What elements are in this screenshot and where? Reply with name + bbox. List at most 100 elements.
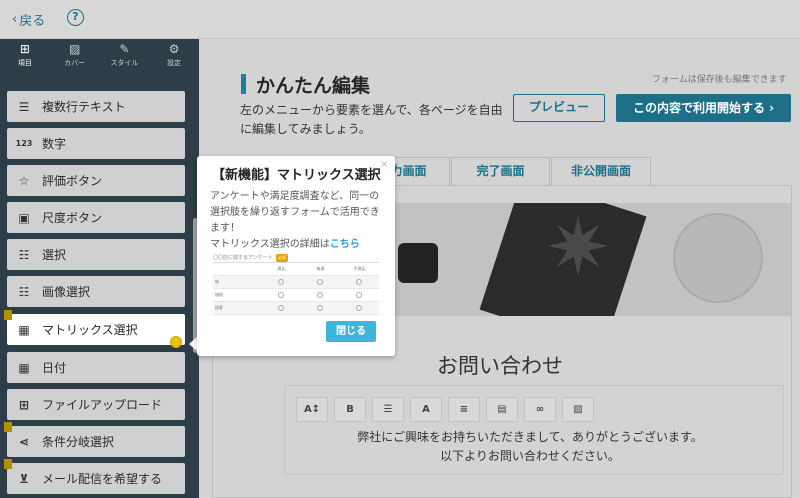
file-upload-icon: ⊞ — [18, 397, 30, 412]
sample-header-row: 満足 普通 不満足 — [213, 263, 379, 276]
help-icon[interactable]: ? — [67, 9, 84, 26]
start-button[interactable]: この内容で利用開始する › — [616, 94, 791, 122]
gear-icon: ⚙ — [168, 41, 180, 56]
radio-icon — [356, 292, 363, 298]
font-size-icon[interactable]: A↕ — [296, 397, 328, 422]
radio-icon — [278, 305, 285, 311]
sidebar-item-branch[interactable]: ⋖ 条件分岐選択 — [4, 422, 185, 457]
sidebar: ⊞ 項目 ▨ カバー ✎ スタイル ⚙ 設定 ☰ 複数行テキスト 123 数字 … — [0, 39, 199, 498]
star-icon: ☆ — [18, 173, 30, 188]
cursor-indicator — [170, 336, 182, 348]
text-color-icon[interactable]: A — [410, 397, 442, 422]
sidebar-item-number[interactable]: 123 数字 — [7, 128, 185, 159]
sidebar-item-label: メール配信を希望する — [42, 472, 163, 486]
plus-square-icon: ⊞ — [19, 41, 30, 56]
bold-icon[interactable]: B — [334, 397, 366, 422]
new-flag — [4, 310, 12, 320]
sidebar-item-image-choice[interactable]: ☷ 画像選択 — [7, 276, 185, 307]
sidebar-item-label: 画像選択 — [42, 285, 91, 299]
form-title[interactable]: お問い合わせ — [437, 350, 563, 380]
tab-complete-screen[interactable]: 完了画面 — [451, 157, 550, 185]
popup-detail-prefix: マトリックス選択の詳細は — [210, 239, 330, 250]
new-flag — [4, 422, 12, 432]
cover-image[interactable]: ✷ — [353, 203, 791, 316]
table-icon: ▦ — [18, 322, 30, 337]
editor-line: 以下よりお問い合わせください。 — [440, 449, 620, 463]
radio-list-icon: ☷ — [18, 247, 30, 262]
sample-row: 味 — [213, 276, 379, 289]
tab-settings[interactable]: ⚙ 設定 — [149, 39, 199, 71]
cover-cup — [673, 213, 763, 303]
required-badge: 必須 — [275, 253, 288, 262]
radio-icon — [317, 279, 324, 285]
editor-line: 弊社にご興味をお持ちいただきまして、ありがとうございます。 — [357, 430, 703, 444]
sidebar-item-label: マトリックス選択 — [42, 323, 138, 337]
sample-grid: 満足 普通 不満足 味 価格 接客 — [213, 262, 379, 315]
sample-caption: 〇〇店に関するアンケート 必須 — [213, 253, 379, 262]
sidebar-item-label: 条件分岐選択 — [42, 435, 115, 449]
sidebar-item-label: 複数行テキスト — [42, 100, 126, 114]
top-bar: ‹ 戻る ? — [0, 0, 800, 39]
popup-title: 【新機能】マトリックス選択 — [212, 168, 381, 183]
matrix-sample-image: 〇〇店に関するアンケート 必須 満足 普通 不満足 味 価格 接客 — [213, 253, 379, 315]
tab-cover[interactable]: ▨ カバー — [50, 39, 100, 71]
radio-icon — [317, 292, 324, 298]
radio-icon — [278, 279, 285, 285]
new-flag — [4, 459, 12, 469]
preview-button[interactable]: プレビュー — [513, 94, 605, 122]
back-link[interactable]: ‹ 戻る — [12, 10, 45, 29]
cover-plant: ✷ — [544, 203, 612, 294]
back-label: 戻る — [19, 14, 46, 29]
branch-icon: ⋖ — [18, 434, 30, 449]
image-icon: ▨ — [68, 41, 81, 56]
radio-icon — [356, 305, 363, 311]
sidebar-item-file-upload[interactable]: ⊞ ファイルアップロード — [7, 389, 185, 420]
image-choice-icon: ☷ — [18, 284, 30, 299]
sidebar-item-matrix[interactable]: ▦ マトリックス選択 — [4, 310, 185, 345]
align-icon[interactable]: ≡ — [448, 397, 480, 422]
sidebar-item-date[interactable]: ▦ 日付 — [7, 352, 185, 383]
sample-row: 接客 — [213, 302, 379, 315]
sidebar-item-label: 評価ボタン — [42, 174, 103, 188]
close-button[interactable]: 閉じる — [326, 321, 376, 342]
multiline-text-icon: ☰ — [18, 99, 30, 114]
title-accent — [241, 74, 246, 94]
sidebar-item-label: 尺度ボタン — [42, 211, 103, 225]
list-icon[interactable]: ☰ — [372, 397, 404, 422]
table-insert-icon[interactable]: ▤ — [486, 397, 518, 422]
tab-style[interactable]: ✎ スタイル — [100, 39, 150, 71]
sidebar-item-rating[interactable]: ☆ 評価ボタン — [7, 165, 185, 196]
number-icon: 123 — [15, 139, 33, 148]
sample-caption-text: 〇〇店に関するアンケート — [213, 254, 273, 261]
editor-toolbar: A↕ B ☰ A ≡ ▤ ∞ ▨ — [296, 397, 594, 422]
sidebar-item-scale[interactable]: ▣ 尺度ボタン — [7, 202, 185, 233]
cover-watch — [398, 243, 438, 283]
page-title: かんたん編集 — [256, 75, 371, 97]
radio-icon — [278, 292, 285, 298]
sidebar-item-choice[interactable]: ☷ 選択 — [7, 239, 185, 270]
brush-icon: ✎ — [119, 41, 130, 56]
scale-icon: ▣ — [18, 210, 30, 225]
save-note: フォームは保存後も編集できます — [652, 75, 787, 85]
link-icon[interactable]: ∞ — [524, 397, 556, 422]
tab-private-screen[interactable]: 非公開画面 — [551, 157, 651, 185]
chevron-left-icon: ‹ — [12, 12, 18, 27]
calendar-icon: ▦ — [18, 360, 30, 375]
sidebar-item-mail[interactable]: ⊻ メール配信を希望する — [4, 459, 185, 494]
sidebar-item-multiline-text[interactable]: ☰ 複数行テキスト — [7, 91, 185, 122]
mail-inbox-icon: ⊻ — [19, 471, 29, 486]
popup-detail: マトリックス選択の詳細はこちら — [210, 237, 388, 253]
sidebar-item-label: ファイルアップロード — [42, 398, 163, 412]
sidebar-item-label: 日付 — [42, 361, 67, 375]
sample-row: 価格 — [213, 289, 379, 302]
radio-icon — [317, 305, 324, 311]
close-icon[interactable]: × — [380, 159, 388, 170]
sidebar-item-label: 選択 — [42, 248, 67, 262]
sidebar-tabs: ⊞ 項目 ▨ カバー ✎ スタイル ⚙ 設定 — [0, 39, 199, 71]
image-insert-icon[interactable]: ▨ — [562, 397, 594, 422]
detail-link[interactable]: こちら — [330, 239, 360, 250]
tab-items[interactable]: ⊞ 項目 — [0, 39, 50, 71]
radio-icon — [356, 279, 363, 285]
sidebar-item-label: 数字 — [42, 137, 67, 151]
page-description: 左のメニューから要素を選んで、各ページを自由に編集してみましょう。 — [240, 103, 503, 136]
